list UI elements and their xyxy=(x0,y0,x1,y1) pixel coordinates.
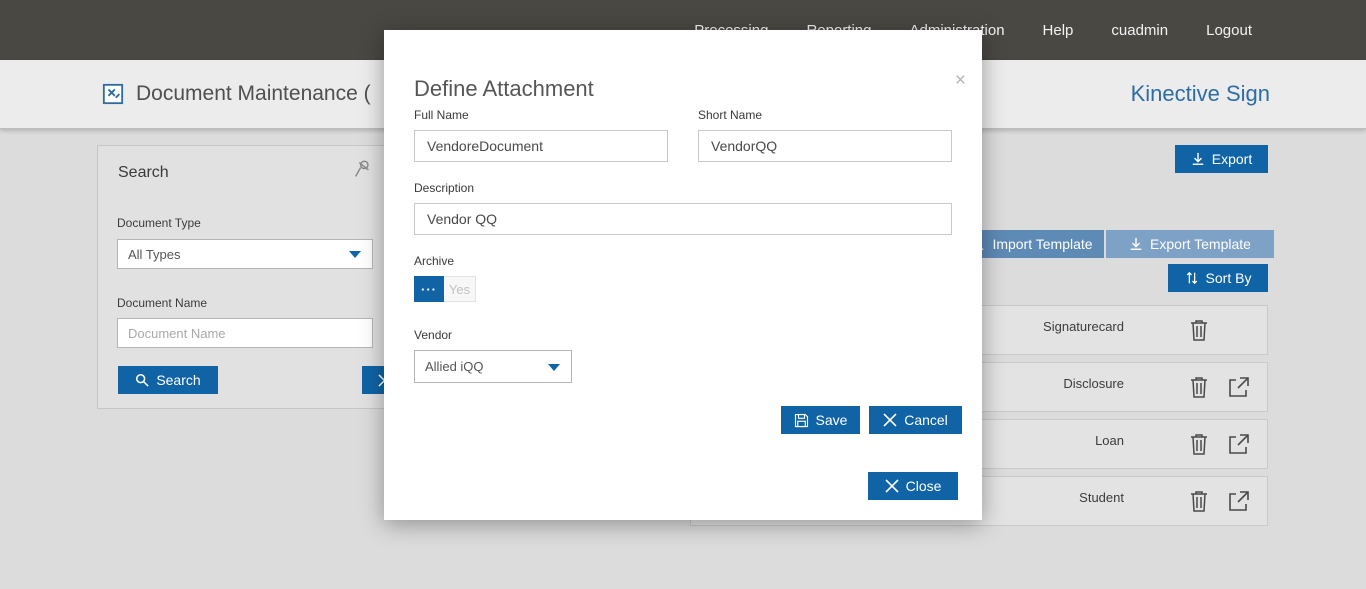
document-type-value: All Types xyxy=(128,246,181,262)
page-title: Document Maintenance ( xyxy=(136,82,371,105)
export-button[interactable]: Export xyxy=(1175,145,1268,173)
export-template-label: Export Template xyxy=(1150,236,1251,252)
archive-toggle-knob: ··· xyxy=(414,276,444,302)
document-type-dropdown[interactable]: All Types xyxy=(117,239,373,269)
vendor-dropdown[interactable]: Allied iQQ xyxy=(414,350,572,383)
sort-icon xyxy=(1186,271,1197,285)
full-name-input[interactable] xyxy=(414,130,668,162)
document-name: Student xyxy=(1079,490,1124,505)
save-button[interactable]: Save xyxy=(781,406,860,434)
cancel-icon xyxy=(883,413,897,427)
dialog-title: Define Attachment xyxy=(414,76,594,101)
brand-title: Kinective Sign xyxy=(1130,81,1270,106)
export-template-icon xyxy=(1130,237,1142,250)
description-input[interactable] xyxy=(414,203,952,235)
close-button-icon xyxy=(885,479,899,493)
close-button[interactable]: Close xyxy=(868,472,958,500)
trash-icon[interactable] xyxy=(1189,317,1209,343)
archive-label: Archive xyxy=(414,254,455,268)
document-name: Disclosure xyxy=(1063,376,1124,391)
export-template-button[interactable]: Export Template xyxy=(1106,230,1274,258)
export-button-label: Export xyxy=(1211,151,1253,167)
document-name: Loan xyxy=(1095,433,1124,448)
save-icon xyxy=(794,413,808,427)
open-external-icon[interactable] xyxy=(1227,489,1251,513)
archive-toggle[interactable]: ··· Yes xyxy=(414,276,476,302)
search-icon xyxy=(136,373,149,387)
close-icon[interactable]: × xyxy=(955,70,966,92)
document-type-label: Document Type xyxy=(117,216,201,230)
sort-by-label: Sort By xyxy=(1205,270,1252,286)
document-sign-icon xyxy=(102,83,124,105)
close-button-label: Close xyxy=(905,478,942,494)
cancel-button-label: Cancel xyxy=(904,412,948,428)
pin-icon[interactable] xyxy=(351,158,373,180)
search-button-label: Search xyxy=(156,372,201,388)
define-attachment-dialog: Define Attachment × Full Name Short Name… xyxy=(384,30,982,520)
trash-icon[interactable] xyxy=(1189,488,1209,514)
sort-by-button[interactable]: Sort By xyxy=(1168,264,1268,292)
document-name-input[interactable] xyxy=(117,318,373,348)
save-button-label: Save xyxy=(815,412,848,428)
chevron-down-icon xyxy=(548,363,560,371)
export-icon xyxy=(1192,152,1204,165)
open-external-icon[interactable] xyxy=(1227,375,1251,399)
nav-cuadmin[interactable]: cuadmin xyxy=(1111,22,1168,39)
search-panel: Search Document Type All Types Document … xyxy=(97,145,448,409)
search-button[interactable]: Search xyxy=(118,366,218,394)
archive-toggle-yes-label: Yes xyxy=(444,276,476,302)
vendor-label: Vendor xyxy=(414,328,453,342)
description-label: Description xyxy=(414,181,475,195)
trash-icon[interactable] xyxy=(1189,431,1209,457)
document-name-label: Document Name xyxy=(117,296,208,310)
chevron-down-icon xyxy=(349,251,361,258)
short-name-input[interactable] xyxy=(698,130,952,162)
open-external-icon[interactable] xyxy=(1227,432,1251,456)
cancel-button[interactable]: Cancel xyxy=(869,406,962,434)
vendor-value: Allied iQQ xyxy=(425,359,484,374)
nav-help[interactable]: Help xyxy=(1043,22,1074,39)
search-panel-title: Search xyxy=(118,164,169,181)
nav-logout[interactable]: Logout xyxy=(1206,22,1252,39)
short-name-label: Short Name xyxy=(698,108,763,122)
trash-icon[interactable] xyxy=(1189,374,1209,400)
import-template-label: Import Template xyxy=(992,236,1093,252)
full-name-label: Full Name xyxy=(414,108,469,122)
document-name: Signaturecard xyxy=(1043,319,1124,334)
